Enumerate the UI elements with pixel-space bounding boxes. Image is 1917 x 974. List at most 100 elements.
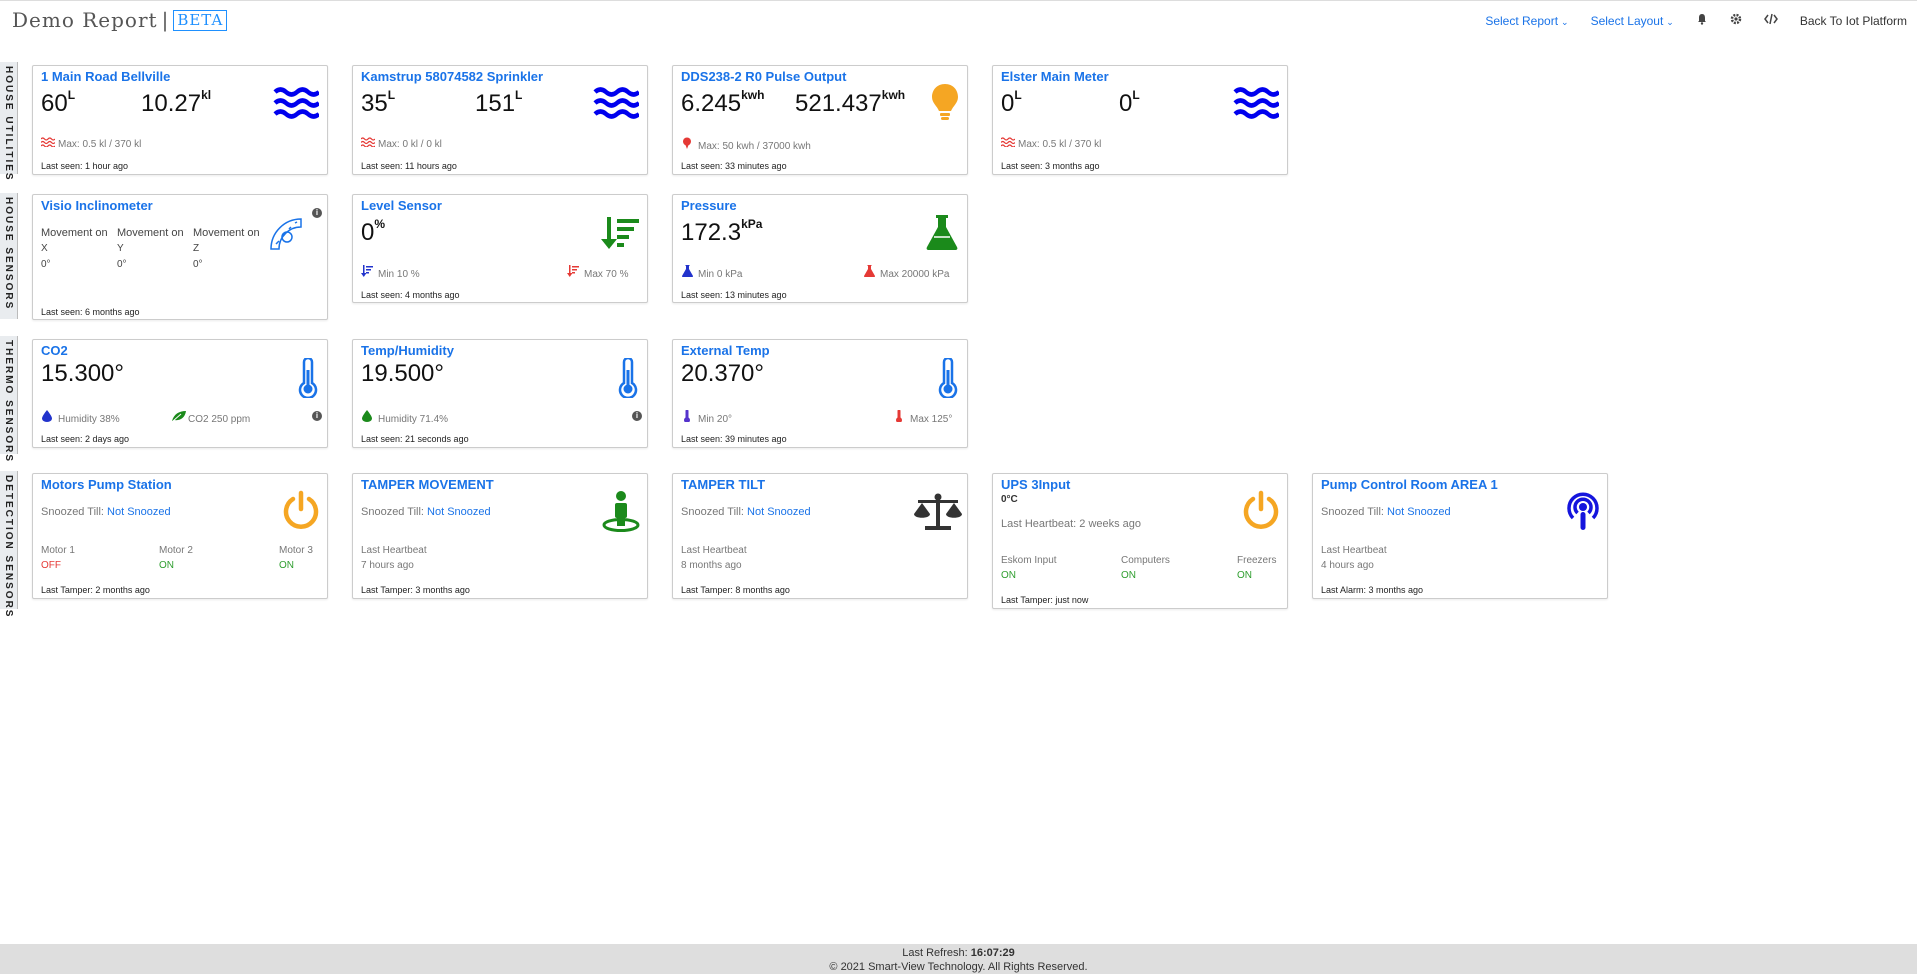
utility-card[interactable]: DDS238-2 R0 Pulse Output 6.245kwh 521.43… [672,65,968,175]
last-refresh: Last Refresh: 16:07:29 [0,946,1917,960]
snooze-value[interactable]: Not Snoozed [427,506,491,518]
card-title[interactable]: 1 Main Road Bellville [41,69,170,84]
section-label-text: HOUSE SENSORS [3,197,14,311]
reading-value: 60 [41,90,68,117]
bell-icon[interactable] [1696,13,1708,28]
reading-value: 172.3 [681,219,742,246]
max-usage-text: Max: 50 kwh / 37000 kwh [698,141,811,152]
max-usage-text: Max: 0.5 kl / 370 kl [58,139,142,150]
sort-descending-icon [567,265,579,280]
info-icon[interactable]: i [312,208,322,218]
thermo-card[interactable]: Temp/Humidity 19.500° Humidity 71.4% i L… [352,339,648,448]
flask-icon [925,213,959,256]
report-title: Demo Report [12,8,158,32]
podcast-broadcast-icon [1565,490,1601,537]
reading-unit: kwh [881,88,906,102]
reading-value: 151 [475,90,516,117]
tamper-tilt-card[interactable]: TAMPER TILT Snoozed Till: Not Snoozed La… [672,473,968,599]
max-usage: Max: 0 kl / 0 kl [360,137,442,150]
level-min-text: Min 10 % [378,269,420,280]
reading-value: 10.27 [141,90,202,117]
reading-secondary: 521.437kwh [795,88,905,118]
card-title[interactable]: Pressure [681,198,737,213]
last-seen: Last seen: 21 seconds ago [361,434,469,444]
inclinometer-card[interactable]: Visio Inclinometer Movement on Movement … [32,194,328,320]
card-title[interactable]: Level Sensor [361,198,442,213]
section-label-text: THERMO SENSORS [3,340,14,464]
temperature-reading: 19.500° [361,360,445,387]
thermo-card[interactable]: CO2 15.300° Humidity 38% CO2 250 ppm i L… [32,339,328,448]
last-refresh-label: Last Refresh: [902,947,968,959]
last-seen: Last seen: 33 minutes ago [681,161,787,171]
reading-primary: 60L [41,88,75,118]
card-title[interactable]: DDS238-2 R0 Pulse Output [681,69,846,84]
tamper-movement-card[interactable]: TAMPER MOVEMENT Snoozed Till: Not Snooze… [352,473,648,599]
card-title[interactable]: Motors Pump Station [41,477,172,492]
snooze-value[interactable]: Not Snoozed [107,506,171,518]
snoozed-label: Snoozed Till: [681,506,744,518]
card-title[interactable]: Kamstrup 58074582 Sprinkler [361,69,543,84]
last-tamper: Last Tamper: 2 months ago [41,585,150,595]
balance-scale-icon [913,492,963,537]
card-title[interactable]: Pump Control Room AREA 1 [1321,477,1498,492]
heartbeat-label: Last Heartbeat [1321,545,1387,556]
utility-card[interactable]: Elster Main Meter 0L 0L Max: 0.5 kl / 37… [992,65,1288,175]
humidity-reading: Humidity 71.4% [361,410,448,425]
axis-x-label: X [41,243,48,254]
sort-descending-icon [361,265,373,280]
movement-label-1: Movement on [41,227,108,239]
section-house-sensors: HOUSE SENSORS [0,193,18,319]
back-to-iot-platform-link[interactable]: Back To Iot Platform [1800,14,1907,28]
max-usage: Max: 0.5 kl / 370 kl [40,137,142,150]
heartbeat-value: 4 hours ago [1321,560,1374,571]
card-title[interactable]: External Temp [681,343,770,358]
utility-card[interactable]: 1 Main Road Bellville 60L 10.27kl Max: 0… [32,65,328,175]
heartbeat-label: Last Heartbeat [681,545,747,556]
code-icon[interactable] [1763,13,1778,28]
reading-unit: kPa [741,217,763,231]
section-label-text: DETECTION SENSORS [3,475,14,619]
card-title[interactable]: Temp/Humidity [361,343,454,358]
sort-descending-icon [601,215,641,256]
select-layout-dropdown[interactable]: Select Layout ⌄ [1591,14,1674,28]
card-title[interactable]: TAMPER MOVEMENT [361,477,494,492]
reading-secondary: 10.27kl [141,88,211,118]
pressure-max-text: Max 20000 kPa [880,269,950,280]
card-title[interactable]: Elster Main Meter [1001,69,1109,84]
ups-card[interactable]: UPS 3Input 0°C Last Heartbeat: 2 weeks a… [992,473,1288,609]
card-title[interactable]: TAMPER TILT [681,477,765,492]
utility-card[interactable]: Kamstrup 58074582 Sprinkler 35L 151L Max… [352,65,648,175]
card-title[interactable]: UPS 3Input [1001,477,1070,492]
reading-value: 521.437 [795,90,882,117]
pump-station-card[interactable]: Motors Pump Station Snoozed Till: Not Sn… [32,473,328,599]
card-title[interactable]: CO2 [41,343,68,358]
input-computers-status: ON [1121,570,1136,581]
last-tamper: Last Tamper: 3 months ago [361,585,470,595]
card-title[interactable]: Visio Inclinometer [41,198,153,213]
pump-control-room-card[interactable]: Pump Control Room AREA 1 Snoozed Till: N… [1312,473,1608,599]
movement-label-2: Movement on [117,227,184,239]
last-seen: Last seen: 3 months ago [1001,161,1100,171]
thermo-card[interactable]: External Temp 20.370° Min 20° Max 125° L… [672,339,968,448]
snooze-value[interactable]: Not Snoozed [1387,506,1451,518]
pressure-card[interactable]: Pressure 172.3kPa Min 0 kPa Max 20000 kP… [672,194,968,303]
temp-min: Min 20° [681,409,732,425]
reading-unit: kl [201,88,212,102]
snooze-value[interactable]: Not Snoozed [747,506,811,518]
info-icon[interactable]: i [632,411,642,421]
temperature-reading: 15.300° [41,360,125,387]
gear-icon[interactable] [1730,13,1742,28]
input-freezers-label: Freezers [1237,555,1277,566]
map-pin-icon [681,137,693,152]
last-seen: Last seen: 39 minutes ago [681,434,787,444]
input-freezers-status: ON [1237,570,1252,581]
water-drop-icon [361,410,373,425]
info-icon[interactable]: i [312,411,322,421]
input-computers-label: Computers [1121,555,1170,566]
heartbeat-value: 7 hours ago [361,560,414,571]
water-waves-icon [1233,86,1281,127]
level-sensor-card[interactable]: Level Sensor 0% Min 10 % Max 70 % Last s… [352,194,648,303]
axis-y-label: Y [117,243,124,254]
water-waves-icon [1000,137,1016,150]
select-report-dropdown[interactable]: Select Report ⌄ [1485,14,1568,28]
